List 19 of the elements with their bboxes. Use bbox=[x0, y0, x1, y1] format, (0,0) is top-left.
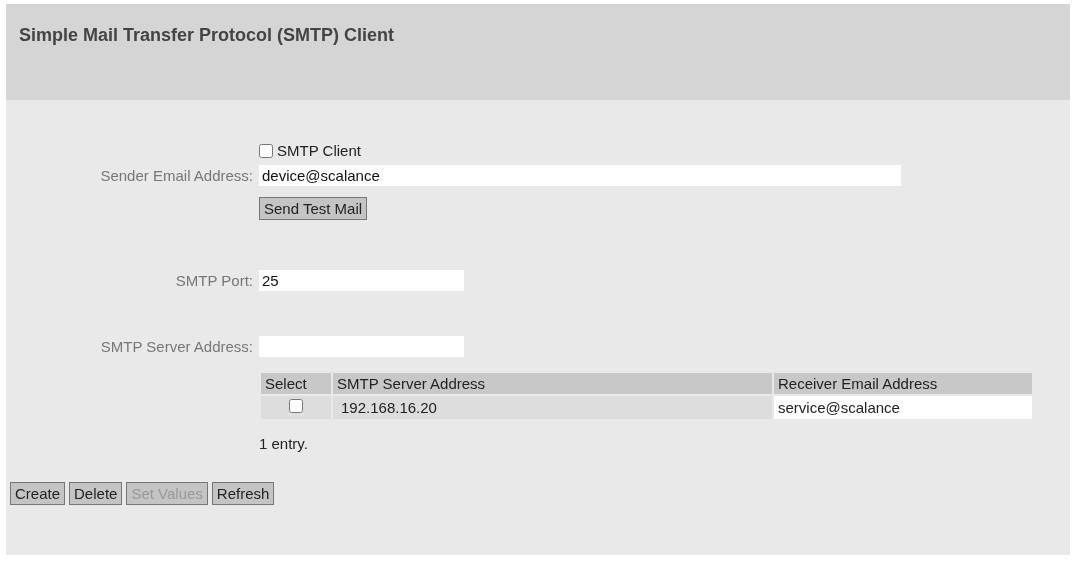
send-test-mail-button[interactable]: Send Test Mail bbox=[259, 197, 368, 220]
sender-email-field[interactable]: device@scalance bbox=[259, 165, 901, 186]
action-button[interactable]: Refresh bbox=[211, 482, 275, 505]
page-title: Simple Mail Transfer Protocol (SMTP) Client bbox=[19, 25, 395, 45]
column-header: Select bbox=[260, 372, 332, 395]
sender-email-label: Sender Email Address: bbox=[100, 167, 253, 184]
table-cell: service@scalance bbox=[773, 395, 1033, 420]
smtp-port-label: SMTP Port: bbox=[175, 272, 253, 289]
column-header: Receiver Email Address bbox=[773, 372, 1033, 395]
column-header: SMTP Server Address bbox=[332, 372, 773, 395]
entry-count: 1 entry. bbox=[259, 435, 308, 452]
row-select-checkbox[interactable] bbox=[289, 399, 303, 413]
smtp-port-field[interactable]: 25 bbox=[259, 270, 464, 291]
smtp-server-label: SMTP Server Address: bbox=[100, 338, 253, 355]
smtp-client-label: SMTP Client bbox=[277, 142, 361, 159]
smtp-client-checkbox[interactable] bbox=[259, 143, 273, 158]
action-button[interactable]: Create bbox=[10, 482, 66, 505]
table-cell: 192.168.16.20 bbox=[332, 395, 773, 420]
action-button[interactable]: Delete bbox=[69, 482, 123, 505]
